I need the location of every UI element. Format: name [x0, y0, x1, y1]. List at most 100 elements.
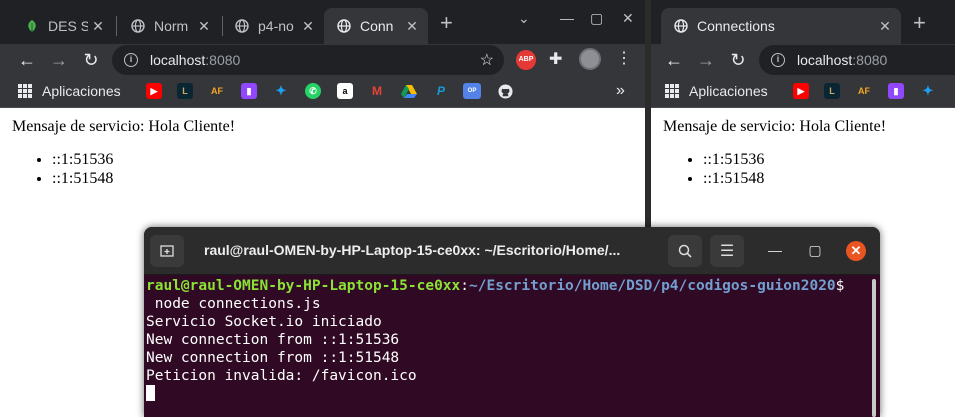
close-icon[interactable]: ✕ — [88, 18, 108, 35]
twitch-icon[interactable]: ▮ — [241, 83, 257, 99]
browser-toolbar: ← → ↻ i localhost:8080 ☆ ABP ✚ ⋮ — [0, 44, 645, 76]
address-bar[interactable]: i localhost:8080 ☆ — [112, 45, 504, 75]
prompt-path: ~/Escritorio/Home/DSD/p4/codigos-guion20… — [469, 278, 836, 294]
back-arrow-icon[interactable]: ← — [663, 49, 685, 71]
new-tab-plus-icon[interactable]: + — [913, 12, 926, 34]
prompt-separator: : — [460, 278, 470, 294]
opgg-icon[interactable]: OP — [463, 83, 481, 99]
forward-arrow-icon[interactable]: → — [695, 49, 717, 71]
avatar[interactable] — [579, 48, 601, 70]
terminal-title: raul@raul-OMEN-by-HP-Laptop-15-ce0xx: ~/… — [204, 242, 621, 258]
back-arrow-icon[interactable]: ← — [16, 49, 38, 71]
gmail-icon[interactable]: M — [369, 83, 385, 99]
close-icon[interactable]: ✕ — [298, 18, 318, 35]
tab-search-chevron-icon[interactable]: ⌄ — [518, 10, 530, 27]
drive-icon[interactable] — [401, 83, 417, 99]
minimize-icon[interactable]: — — [560, 10, 574, 26]
connection-list: ::1:51536 ::1:51548 — [703, 150, 943, 188]
output-line: New connection from ::1:51536 — [146, 332, 400, 348]
tab-title: p4-no — [258, 18, 294, 34]
list-item: ::1:51548 — [703, 169, 943, 188]
globe-icon — [234, 18, 250, 34]
extensions-puzzle-icon[interactable]: ✚ — [549, 49, 562, 69]
connection-list: ::1:51536 ::1:51548 — [52, 150, 633, 188]
url-port: :8080 — [852, 52, 888, 68]
apps-grid-icon — [665, 84, 679, 98]
bookmark-apps-label: Aplicaciones — [42, 83, 121, 99]
list-item: ::1:51536 — [52, 150, 633, 169]
menu-dots-icon[interactable]: ⋮ — [616, 48, 632, 68]
bookmarks-bar: Aplicaciones ▶ L AF ▮ ✦ ✆ a M P OP » — [0, 76, 645, 108]
bookmark-apps[interactable]: Aplicaciones — [18, 83, 121, 99]
close-window-icon[interactable]: ✕ — [846, 241, 866, 261]
lol-icon[interactable]: L — [824, 83, 840, 99]
amazon-icon[interactable]: a — [337, 83, 353, 99]
leaf-icon — [24, 18, 40, 34]
twitter-icon[interactable]: ✦ — [273, 83, 289, 99]
list-item: ::1:51536 — [703, 150, 943, 169]
service-message: Mensaje de servicio: Hola Cliente! — [663, 118, 887, 135]
tab-connections[interactable]: Connections ✕ — [661, 8, 901, 44]
url-host: localhost — [797, 52, 853, 68]
search-icon[interactable] — [668, 235, 702, 267]
close-icon[interactable]: ✕ — [194, 18, 214, 35]
output-line: New connection from ::1:51548 — [146, 350, 400, 366]
lol-icon[interactable]: L — [177, 83, 193, 99]
af-icon[interactable]: AF — [856, 83, 872, 99]
bookmark-apps[interactable]: Aplicaciones — [665, 83, 768, 99]
address-bar[interactable]: i localhost:8080 — [759, 45, 955, 75]
terminal-output[interactable]: raul@raul-OMEN-by-HP-Laptop-15-ce0xx:~/E… — [146, 277, 868, 403]
twitch-icon[interactable]: ▮ — [888, 83, 904, 99]
tab-strip: Connections ✕ + — [651, 0, 955, 44]
star-icon[interactable]: ☆ — [480, 50, 494, 70]
tab-title: DES S — [48, 18, 88, 34]
bookmark-apps-label: Aplicaciones — [689, 83, 768, 99]
tab-norm[interactable]: Norm ✕ — [118, 8, 220, 44]
terminal-window: raul@raul-OMEN-by-HP-Laptop-15-ce0xx: ~/… — [144, 227, 880, 417]
tab-strip: DES S ✕ Norm ✕ p4-no ✕ Conn ✕ + ⌄ — ▢ ✕ — [0, 0, 645, 44]
command-line: node connections.js — [146, 296, 321, 312]
reload-icon[interactable]: ↻ — [80, 49, 102, 71]
youtube-icon[interactable]: ▶ — [793, 83, 809, 99]
tab-des[interactable]: DES S ✕ — [12, 8, 114, 44]
more-bookmarks-chevron-icon[interactable]: » — [616, 82, 625, 100]
new-tab-plus-icon[interactable]: + — [440, 12, 453, 34]
close-icon[interactable]: ✕ — [402, 18, 422, 35]
terminal-header: raul@raul-OMEN-by-HP-Laptop-15-ce0xx: ~/… — [144, 227, 880, 275]
output-line: Servicio Socket.io iniciado — [146, 314, 382, 330]
forward-arrow-icon[interactable]: → — [48, 49, 70, 71]
tab-p4[interactable]: p4-no ✕ — [222, 8, 324, 44]
url-host: localhost — [150, 52, 206, 68]
tab-title: Connections — [697, 18, 775, 34]
maximize-icon[interactable]: ▢ — [590, 10, 603, 27]
af-icon[interactable]: AF — [209, 83, 225, 99]
paypal-icon[interactable]: P — [433, 83, 449, 99]
service-message: Mensaje de servicio: Hola Cliente! — [12, 118, 236, 135]
apps-grid-icon — [18, 84, 32, 98]
adblock-icon[interactable]: ABP — [516, 50, 536, 70]
tab-connections[interactable]: Conn ✕ — [324, 8, 428, 44]
hamburger-menu-icon[interactable]: ☰ — [710, 235, 744, 267]
prompt-user: raul@raul-OMEN-by-HP-Laptop-15-ce0xx — [146, 278, 461, 294]
whatsapp-icon[interactable]: ✆ — [305, 83, 321, 99]
new-terminal-tab-icon[interactable] — [150, 235, 184, 267]
output-line: Peticion invalida: /favicon.ico — [146, 368, 417, 384]
bookmarks-bar: Aplicaciones ▶ L AF ▮ ✦ — [651, 76, 955, 108]
prompt-line: raul@raul-OMEN-by-HP-Laptop-15-ce0xx:~/E… — [146, 277, 868, 295]
browser-toolbar: ← → ↻ i localhost:8080 — [651, 44, 955, 76]
info-icon[interactable]: i — [771, 53, 785, 67]
github-icon[interactable] — [497, 83, 513, 99]
prompt-symbol: $ — [835, 278, 845, 294]
close-window-icon[interactable]: ✕ — [622, 10, 634, 27]
list-item: ::1:51548 — [52, 169, 633, 188]
maximize-icon[interactable]: ▢ — [806, 242, 824, 259]
tab-title: Norm — [154, 18, 189, 34]
twitter-icon[interactable]: ✦ — [920, 83, 936, 99]
text-cursor — [146, 385, 155, 401]
reload-icon[interactable]: ↻ — [727, 49, 749, 71]
terminal-scrollbar[interactable] — [872, 279, 876, 417]
close-icon[interactable]: ✕ — [875, 18, 895, 35]
youtube-icon[interactable]: ▶ — [146, 83, 162, 99]
info-icon[interactable]: i — [124, 53, 138, 67]
minimize-icon[interactable]: — — [766, 242, 784, 258]
